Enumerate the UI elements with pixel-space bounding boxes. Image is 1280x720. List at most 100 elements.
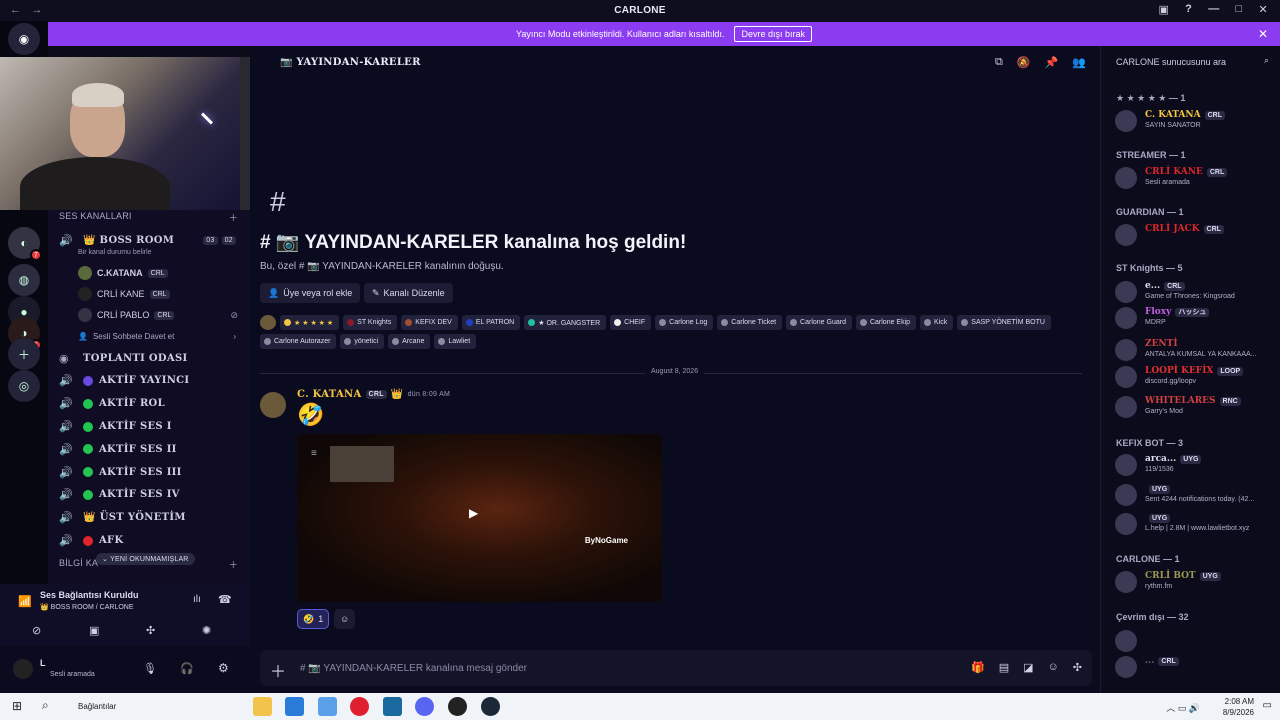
maximize-icon[interactable]: □ <box>1236 3 1243 16</box>
reaction-laugh[interactable]: 🤣 1 <box>297 609 330 629</box>
member-row[interactable]: CRLİ JACK CRL <box>1115 222 1275 248</box>
member-row[interactable]: arca... UYG 119/1536 <box>1115 452 1275 478</box>
discord-home-icon[interactable]: ◉ <box>8 23 40 55</box>
member-list-icon[interactable]: 👥 <box>1072 56 1086 69</box>
noise-suppression-icon[interactable]: ılı <box>193 594 201 605</box>
role-chip[interactable]: ★ ★ ★ ★ ★ <box>280 315 340 330</box>
play-icon[interactable]: ▶ <box>469 506 478 520</box>
channel-aktif-ses-3[interactable]: 🔊 AKTİF SES III <box>48 461 250 484</box>
disable-streamer-mode-button[interactable]: Devre dışı bırak <box>734 26 812 42</box>
channel-ust-yonetim[interactable]: 🔊 👑 ÜST YÖNETİM <box>48 506 250 529</box>
settings-gear-icon[interactable]: ⚙ <box>218 661 229 675</box>
file-explorer-icon[interactable] <box>253 697 272 716</box>
avatar[interactable] <box>260 392 286 418</box>
edit-channel-button[interactable]: ✎ Kanalı Düzenle <box>364 283 453 303</box>
role-chip[interactable]: Carlone Ekip <box>855 315 917 330</box>
channel-toplanti-odasi[interactable]: ◉ TOPLANTI ODASI <box>48 347 250 370</box>
member-row[interactable]: Floxy ハッシュ MDRP <box>1115 305 1275 331</box>
member-row[interactable]: LOOPİ KEFİX LOOP discord.gg/loopv <box>1115 364 1275 390</box>
video-attachment[interactable]: ≡ ▶ ByNoGame <box>297 434 662 602</box>
member-row[interactable]: WHITELARES RNC Garry's Mod <box>1115 394 1275 420</box>
soundboard-icon[interactable]: ✺ <box>202 624 211 637</box>
member-row[interactable]: CRLİ BOT UYG rythm.fm <box>1115 569 1275 595</box>
inbox-icon[interactable]: ▣ <box>1158 3 1169 16</box>
edge-icon[interactable] <box>285 697 304 716</box>
avatar[interactable] <box>13 659 33 679</box>
app-icon[interactable] <box>318 697 337 716</box>
member-row[interactable]: ZENTİ ANTALYA KUMSAL YA KANKAAA... <box>1115 337 1275 363</box>
notifications-icon[interactable]: ▭ <box>1263 700 1272 711</box>
steam-icon[interactable] <box>481 697 500 716</box>
camera-off-icon[interactable]: ⊘ <box>32 624 41 637</box>
message-composer[interactable]: ＋ # 📷 YAYINDAN-KARELER kanalına mesaj gö… <box>260 650 1092 686</box>
member-row[interactable]: ... CRL <box>1115 654 1275 680</box>
emoji-icon[interactable]: ☺ <box>1048 661 1059 674</box>
discord-icon[interactable] <box>415 697 434 716</box>
role-chip[interactable]: Carlone Ticket <box>717 315 783 330</box>
screen-share-icon[interactable]: ▣ <box>89 624 99 637</box>
add-server-icon[interactable]: ＋ <box>8 338 40 370</box>
server-icon[interactable]: ◐ 7 <box>8 227 42 261</box>
close-icon[interactable]: ✕ <box>1258 3 1268 16</box>
role-chip[interactable]: yönetici <box>340 334 385 349</box>
server-icon[interactable]: ◍ <box>8 264 40 296</box>
message-author[interactable]: C. KATANA <box>297 389 362 400</box>
pin-icon[interactable]: 📌 <box>1045 56 1059 69</box>
member-row[interactable]: C. KATANA CRL SAYIN SANATOR <box>1115 108 1275 134</box>
channel-aktif-rol[interactable]: 🔊 AKTİF ROL <box>48 392 250 415</box>
channel-aktif-ses-1[interactable]: 🔊 AKTİF SES I <box>48 415 250 438</box>
role-chip[interactable]: Kick <box>920 315 954 330</box>
role-chip[interactable]: ★ OR. GANGSTER <box>524 315 607 330</box>
gift-icon[interactable]: 🎁 <box>971 661 985 674</box>
role-chip[interactable]: Arcane <box>388 334 431 349</box>
role-chip[interactable]: ST Knights <box>343 315 398 330</box>
invite-to-voice[interactable]: 👤 Sesli Sohbete Davet et › <box>48 326 250 347</box>
forward-icon[interactable]: → <box>31 4 42 16</box>
info-category[interactable]: BİLGİ KA ＋ ⌄ YENİ OKUNMAMIŞLAR <box>48 552 250 571</box>
system-tray[interactable]: ︿ ▭ 🔊 <box>1166 701 1200 714</box>
voice-user[interactable]: CRLİ PABLO CRL ⊘ <box>48 305 250 326</box>
headphones-icon[interactable]: 🎧 <box>180 662 194 675</box>
obs-icon[interactable] <box>448 697 467 716</box>
member-row[interactable]: UYG Sent 4244 notifications today. (42... <box>1115 482 1275 508</box>
voice-user[interactable]: CRLİ KANE CRL <box>48 284 250 305</box>
member-row[interactable]: UYG L.help | 2.8M | www.lawlietbot.xyz <box>1115 511 1275 537</box>
threads-icon[interactable]: ⧉ <box>995 56 1003 69</box>
channel-aktif-ses-2[interactable]: 🔊 AKTİF SES II <box>48 438 250 461</box>
role-chip[interactable]: Carlone Autorazer <box>260 334 337 349</box>
channel-status[interactable]: Bir kanal durumu belirle <box>48 249 250 263</box>
activities-icon[interactable]: ✣ <box>146 624 155 637</box>
gif-icon[interactable]: ▤ <box>999 661 1009 674</box>
add-reaction-button[interactable]: ☺ <box>334 609 356 629</box>
role-chip[interactable]: SASP YÖNETİM BOTU <box>957 315 1051 330</box>
role-chip[interactable]: CHEIF <box>610 315 652 330</box>
voice-user[interactable]: C.KATANA CRL <box>48 263 250 284</box>
windows-start-icon[interactable]: ⊞ <box>12 699 22 713</box>
opera-icon[interactable] <box>350 697 369 716</box>
role-chip[interactable]: Carlone Guard <box>786 315 852 330</box>
member-row[interactable]: CRLİ KANE CRL Sesli aramada <box>1115 165 1275 191</box>
explore-icon[interactable]: ◎ <box>8 370 40 402</box>
clock[interactable]: 2:08 AM 8/9/2026 <box>1223 696 1254 718</box>
notification-bell-off-icon[interactable]: 🔕 <box>1017 56 1031 69</box>
plus-icon[interactable]: ＋ <box>270 658 286 682</box>
microphone-icon[interactable]: 🎙 <box>143 662 157 675</box>
add-members-button[interactable]: 👤 Üye veya rol ekle <box>260 283 361 303</box>
channel-afk[interactable]: 🔊 AFK <box>48 529 250 552</box>
minimize-icon[interactable]: — <box>1208 3 1219 16</box>
channel-aktif-yayinci[interactable]: 🔊 AKTİF YAYINCI <box>48 370 250 393</box>
signal-icon[interactable]: 📶 <box>18 595 32 608</box>
apps-icon[interactable]: ✣ <box>1073 661 1082 674</box>
store-icon[interactable] <box>383 697 402 716</box>
role-chip[interactable]: Carlone Log <box>655 315 714 330</box>
add-channel-icon[interactable]: ＋ <box>229 558 238 571</box>
voice-location[interactable]: 👑 BOSS ROOM / CARLONE <box>40 603 134 611</box>
voice-category[interactable]: SES KANALLARI ＋ <box>48 211 250 224</box>
close-banner-icon[interactable]: ✕ <box>1258 27 1268 41</box>
add-channel-icon[interactable]: ＋ <box>229 211 238 224</box>
member-row[interactable] <box>1115 628 1275 654</box>
help-icon[interactable]: ? <box>1185 3 1192 16</box>
taskbar-label[interactable]: Bağlantılar <box>78 702 116 711</box>
server-search[interactable]: CARLONE sunucusunu ara ⌕ <box>1111 52 1273 72</box>
back-icon[interactable]: ← <box>10 4 21 16</box>
